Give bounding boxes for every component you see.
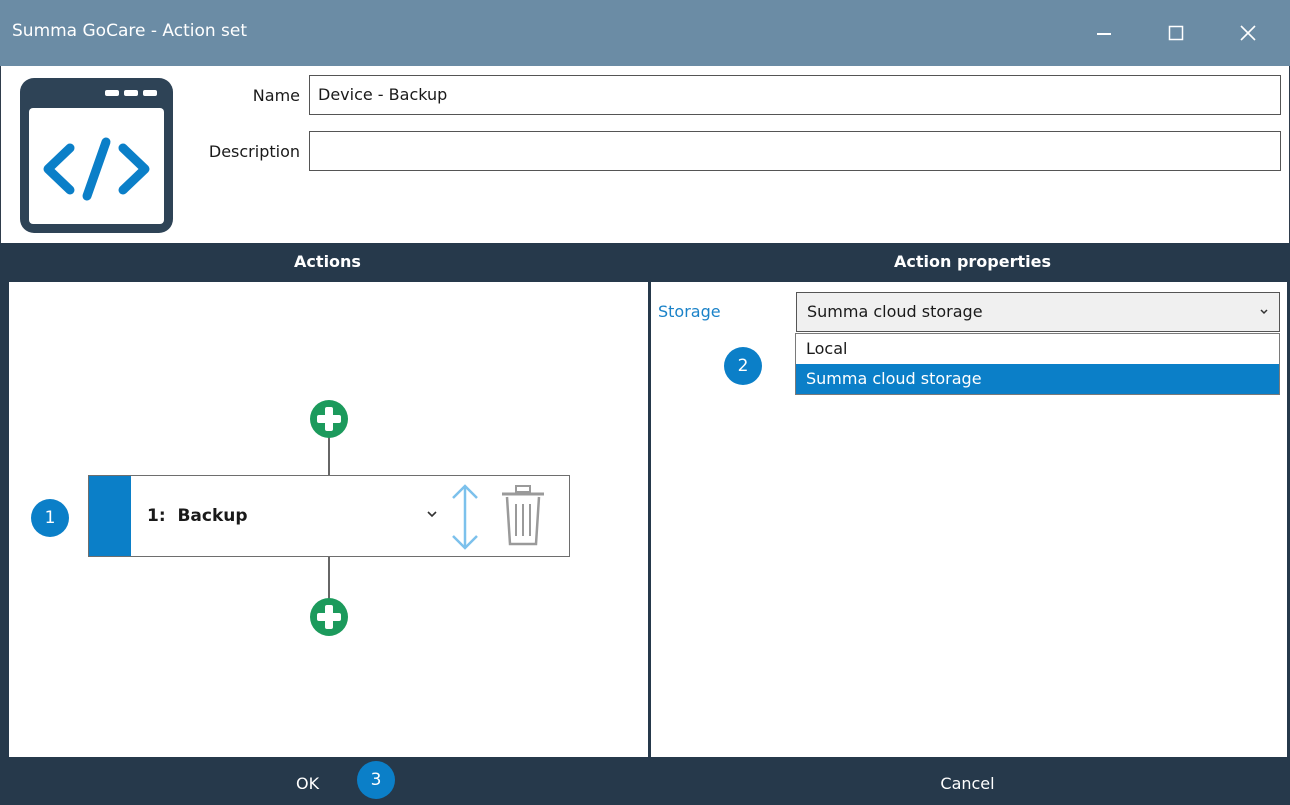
add-action-above-button[interactable] <box>309 399 349 439</box>
plus-circle-icon <box>310 598 348 636</box>
storage-dropdown[interactable]: Summa cloud storage <box>796 292 1280 332</box>
up-down-arrow-icon <box>452 484 478 550</box>
actions-panel-title: Actions <box>294 252 361 271</box>
description-field[interactable] <box>309 131 1281 171</box>
ok-button[interactable]: OK 3 <box>0 757 645 805</box>
delete-action-button[interactable] <box>497 484 549 548</box>
storage-selected-value: Summa cloud storage <box>807 302 983 321</box>
step-badge-1: 1 <box>31 499 69 537</box>
name-field[interactable]: Device - Backup <box>309 75 1281 115</box>
add-action-below-button[interactable] <box>309 597 349 637</box>
left-border <box>0 282 9 757</box>
title-bar: Summa GoCare - Action set <box>0 0 1290 66</box>
close-button[interactable] <box>1212 0 1284 66</box>
description-label: Description <box>208 142 300 161</box>
cancel-button[interactable]: Cancel <box>645 757 1290 805</box>
cancel-button-label: Cancel <box>940 774 995 793</box>
section-header-bar: Actions Action properties <box>0 243 1290 282</box>
action-properties-title: Action properties <box>894 252 1051 271</box>
maximize-button[interactable] <box>1140 0 1212 66</box>
maximize-icon <box>1168 25 1184 41</box>
move-action-handle[interactable] <box>446 482 484 552</box>
plus-circle-icon <box>310 400 348 438</box>
ok-button-label: OK <box>296 774 320 793</box>
name-label: Name <box>252 86 300 105</box>
storage-options-list: Local Summa cloud storage <box>795 333 1280 395</box>
chevron-down-icon <box>427 511 437 518</box>
storage-option-local[interactable]: Local <box>796 334 1279 364</box>
close-icon <box>1240 25 1256 41</box>
action-item-stripe <box>89 476 131 556</box>
code-window-icon <box>20 78 173 233</box>
minimize-button[interactable] <box>1068 0 1140 66</box>
window-title: Summa GoCare - Action set <box>12 21 248 41</box>
minimize-icon <box>1097 33 1111 35</box>
storage-label: Storage <box>658 302 721 321</box>
step-badge-2: 2 <box>724 347 762 385</box>
action-expand-button[interactable] <box>424 504 440 524</box>
step-badge-3: 3 <box>357 761 395 799</box>
action-item-label: 1: Backup <box>147 506 248 526</box>
chevron-down-icon <box>1260 309 1268 315</box>
trash-icon <box>502 485 544 546</box>
action-item[interactable]: 1: Backup <box>88 475 570 557</box>
storage-option-summa-cloud[interactable]: Summa cloud storage <box>796 364 1279 394</box>
